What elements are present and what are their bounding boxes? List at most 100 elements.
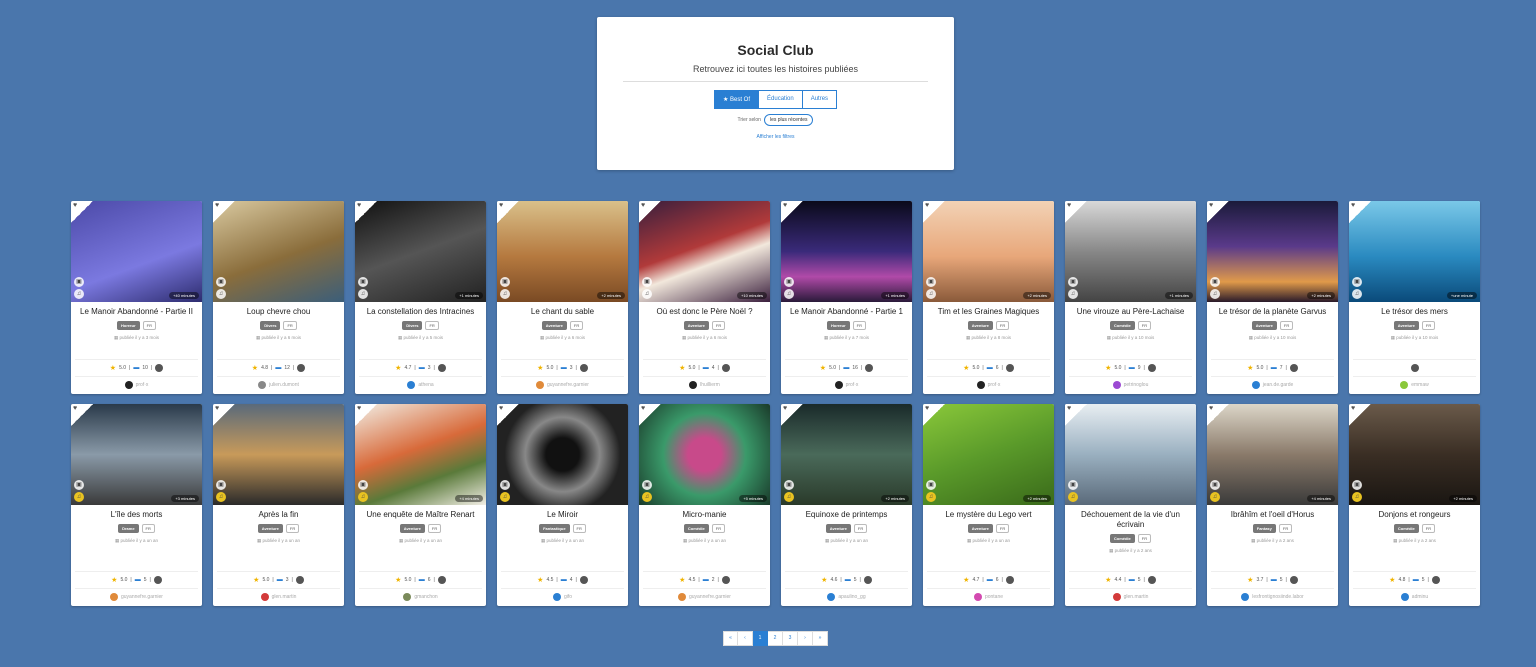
author-row[interactable]: glen.martin bbox=[1069, 588, 1192, 606]
story-title[interactable]: L'île des morts bbox=[75, 510, 198, 520]
story-card[interactable]: ♥ ▣ ♫ +2 minutes Donjons et rongeurs Com… bbox=[1349, 404, 1480, 606]
story-title[interactable]: Une enquête de Maître Renart bbox=[359, 510, 482, 520]
story-title[interactable]: Le Miroir bbox=[501, 510, 624, 520]
story-thumbnail[interactable]: ♥ ▣ ♫ +1 minutes bbox=[781, 201, 912, 302]
story-thumbnail[interactable]: ♥ ▣ ♫ +1 minutes bbox=[1065, 201, 1196, 302]
story-card[interactable]: ♥ ▣ ♫ +2 minutes Le chant du sable Avent… bbox=[497, 201, 628, 394]
story-title[interactable]: La constellation des Intracines bbox=[359, 307, 482, 317]
author-row[interactable]: gmanchon bbox=[359, 588, 482, 606]
favorite-button[interactable]: ♥ bbox=[355, 404, 377, 426]
story-title[interactable]: Le chant du sable bbox=[501, 307, 624, 317]
story-title[interactable]: Le trésor de la planète Garvus bbox=[1211, 307, 1334, 317]
favorite-button[interactable]: ♥ bbox=[1065, 404, 1087, 426]
author-row[interactable]: guyannefre.garnier bbox=[643, 588, 766, 606]
author-row[interactable]: emmaw bbox=[1353, 376, 1476, 394]
favorite-button[interactable]: ♥ bbox=[923, 201, 945, 223]
story-card[interactable]: ♥ ▣ ♫ +3 minutes L'île des morts Drame F… bbox=[71, 404, 202, 606]
favorite-button[interactable]: ♥ bbox=[781, 404, 803, 426]
author-row[interactable]: pontane bbox=[927, 588, 1050, 606]
story-card[interactable]: ♥ ▣ ♫ +1 minutes Le Manoir Abandonné - P… bbox=[781, 201, 912, 394]
story-title[interactable]: Le trésor des mers bbox=[1353, 307, 1476, 317]
story-thumbnail[interactable]: ♥ ▣ ♫ +2 minutes bbox=[1349, 404, 1480, 505]
page-button[interactable]: 2 bbox=[768, 631, 783, 646]
story-card[interactable]: ♥ ▣ ♫ +1 minutes La constellation des In… bbox=[355, 201, 486, 394]
story-thumbnail[interactable]: ♥ ▣ ♫ bbox=[497, 404, 628, 505]
tab-best-of[interactable]: ★ Best Of bbox=[713, 90, 760, 109]
story-thumbnail[interactable]: ♥ ▣ ♫ +2 minutes bbox=[923, 404, 1054, 505]
favorite-button[interactable]: ♥ bbox=[355, 201, 377, 223]
favorite-button[interactable]: ♥ bbox=[639, 404, 661, 426]
favorite-button[interactable]: ♥ bbox=[213, 201, 235, 223]
story-thumbnail[interactable]: ♥ ▣ ♫ +40 minutes bbox=[71, 201, 202, 302]
story-thumbnail[interactable]: ♥ ▣ ♫ bbox=[213, 404, 344, 505]
story-thumbnail[interactable]: ♥ ▣ ♫ +1 minutes bbox=[355, 201, 486, 302]
favorite-button[interactable]: ♥ bbox=[1349, 404, 1371, 426]
story-thumbnail[interactable]: ♥ ▣ ♫ bbox=[213, 201, 344, 302]
favorite-button[interactable]: ♥ bbox=[639, 201, 661, 223]
favorite-button[interactable]: ♥ bbox=[1065, 201, 1087, 223]
story-title[interactable]: Equinoxe de printemps bbox=[785, 510, 908, 520]
favorite-button[interactable]: ♥ bbox=[781, 201, 803, 223]
story-title[interactable]: Le Manoir Abandonné - Partie II bbox=[75, 307, 198, 317]
author-row[interactable]: lesfrontignosiinde.labor bbox=[1211, 588, 1334, 606]
author-row[interactable]: jean.de.garde bbox=[1211, 376, 1334, 394]
author-row[interactable]: prof·x bbox=[785, 376, 908, 394]
favorite-button[interactable]: ♥ bbox=[923, 404, 945, 426]
author-row[interactable]: prof·x bbox=[927, 376, 1050, 394]
sort-select[interactable]: les plus récentes bbox=[763, 114, 814, 126]
story-card[interactable]: ♥ ▣ ♫ +2 minutes Equinoxe de printemps A… bbox=[781, 404, 912, 606]
story-title[interactable]: Micro-manie bbox=[643, 510, 766, 520]
favorite-button[interactable]: ♥ bbox=[1349, 201, 1371, 223]
story-title[interactable]: Où est donc le Père Noël ? bbox=[643, 307, 766, 317]
story-card[interactable]: ♥ ▣ ♫ Loup chevre chou Divers FR ▦ publi… bbox=[213, 201, 344, 394]
story-card[interactable]: ♥ ▣ ♫ +5 minutes Micro-manie Comédie FR … bbox=[639, 404, 770, 606]
tab-autres[interactable]: Autres bbox=[802, 90, 838, 109]
author-row[interactable]: julien.dumont bbox=[217, 376, 340, 394]
author-row[interactable]: guyannefre.garnier bbox=[501, 376, 624, 394]
story-thumbnail[interactable]: ♥ ▣ ♫ +2 minutes bbox=[923, 201, 1054, 302]
author-row[interactable]: guyannefre.garnier bbox=[75, 588, 198, 606]
story-thumbnail[interactable]: ♥ ▣ ♫ +5 minutes bbox=[639, 404, 770, 505]
tab-education[interactable]: Éducation bbox=[759, 90, 803, 109]
story-title[interactable]: Le Manoir Abandonné - Partie 1 bbox=[785, 307, 908, 317]
author-row[interactable]: lhuillierm bbox=[643, 376, 766, 394]
favorite-button[interactable]: ♥ bbox=[497, 404, 519, 426]
page-button[interactable]: 3 bbox=[783, 631, 798, 646]
story-card[interactable]: ♥ ▣ ♫ +1 minutes Une virouze au Père-Lac… bbox=[1065, 201, 1196, 394]
story-thumbnail[interactable]: ♥ ▣ ♫ +4 minutes bbox=[355, 404, 486, 505]
story-title[interactable]: Donjons et rongeurs bbox=[1353, 510, 1476, 520]
favorite-button[interactable]: ♥ bbox=[71, 201, 93, 223]
story-card[interactable]: ♥ ▣ ♫ +2 minutes Le mystère du Lego vert… bbox=[923, 404, 1054, 606]
story-thumbnail[interactable]: ♥ ▣ ♫ +10 minutes bbox=[639, 201, 770, 302]
story-title[interactable]: Après la fin bbox=[217, 510, 340, 520]
story-thumbnail[interactable]: ♥ ▣ ♫ +une minute bbox=[1349, 201, 1480, 302]
story-card[interactable]: ♥ ▣ ♫ +40 minutes Le Manoir Abandonné - … bbox=[71, 201, 202, 394]
author-row[interactable]: prof·x bbox=[75, 376, 198, 394]
story-card[interactable]: ♥ ▣ ♫ +10 minutes Où est donc le Père No… bbox=[639, 201, 770, 394]
favorite-button[interactable]: ♥ bbox=[213, 404, 235, 426]
story-card[interactable]: ♥ ▣ ♫ +une minute Le trésor des mers Ave… bbox=[1349, 201, 1480, 394]
favorite-button[interactable]: ♥ bbox=[71, 404, 93, 426]
page-button[interactable]: » bbox=[813, 631, 828, 646]
story-title[interactable]: Une virouze au Père-Lachaise bbox=[1069, 307, 1192, 317]
page-button[interactable]: 1 bbox=[753, 631, 768, 646]
story-card[interactable]: ♥ ▣ ♫ +2 minutes Le trésor de la planète… bbox=[1207, 201, 1338, 394]
author-row[interactable]: glen.martin bbox=[217, 588, 340, 606]
story-thumbnail[interactable]: ♥ ▣ ♫ bbox=[1065, 404, 1196, 505]
story-thumbnail[interactable]: ♥ ▣ ♫ +2 minutes bbox=[781, 404, 912, 505]
page-button[interactable]: ‹ bbox=[738, 631, 753, 646]
page-button[interactable]: « bbox=[723, 631, 738, 646]
story-title[interactable]: Tim et les Graines Magiques bbox=[927, 307, 1050, 317]
story-card[interactable]: ♥ ▣ ♫ Déchouement de la vie d'un écrivai… bbox=[1065, 404, 1196, 606]
story-title[interactable]: Le mystère du Lego vert bbox=[927, 510, 1050, 520]
author-row[interactable]: adminu bbox=[1353, 588, 1476, 606]
author-row[interactable]: petrinoglou bbox=[1069, 376, 1192, 394]
show-filters-link[interactable]: Afficher les filtres bbox=[597, 134, 954, 140]
story-card[interactable]: ♥ ▣ ♫ +4 minutes Une enquête de Maître R… bbox=[355, 404, 486, 606]
author-row[interactable]: apaulino_gg bbox=[785, 588, 908, 606]
favorite-button[interactable]: ♥ bbox=[497, 201, 519, 223]
story-card[interactable]: ♥ ▣ ♫ Le Miroir Fantastique FR ▦ publiée… bbox=[497, 404, 628, 606]
story-title[interactable]: Déchouement de la vie d'un écrivain bbox=[1069, 510, 1192, 530]
favorite-button[interactable]: ♥ bbox=[1207, 201, 1229, 223]
story-card[interactable]: ♥ ▣ ♫ +2 minutes Tim et les Graines Magi… bbox=[923, 201, 1054, 394]
